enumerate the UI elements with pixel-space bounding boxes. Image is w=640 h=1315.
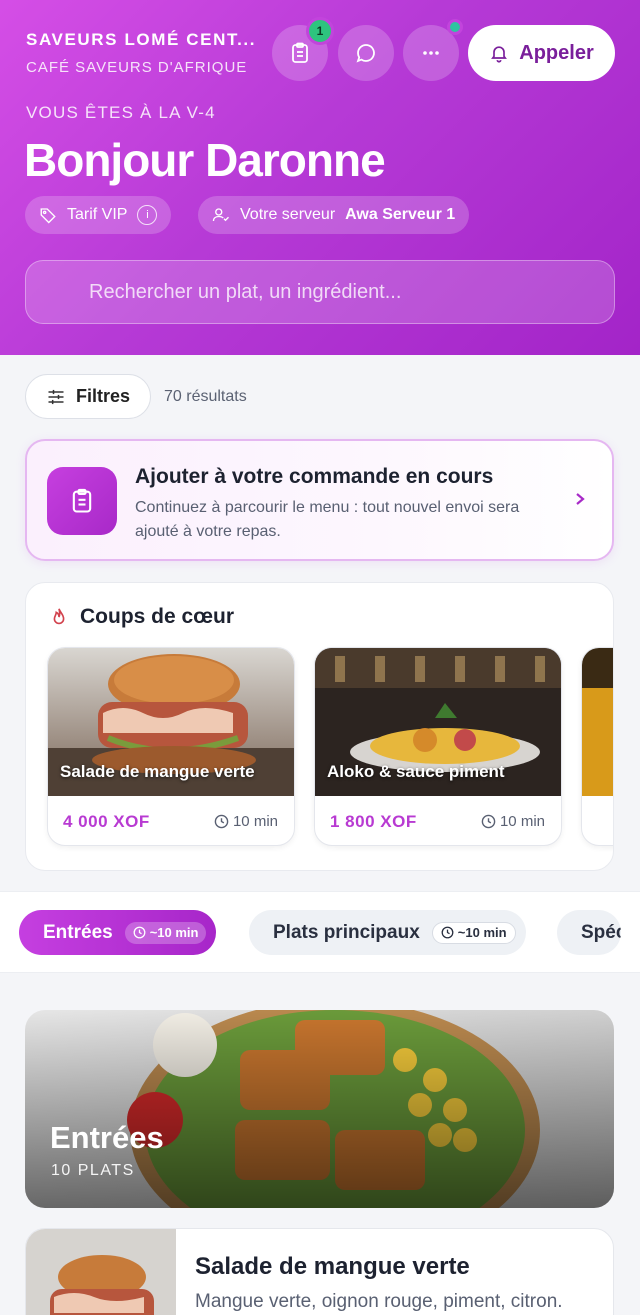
chat-bubble-icon <box>356 44 375 63</box>
clock-icon <box>133 926 146 939</box>
tab-specialites[interactable]: Spéc <box>557 910 621 955</box>
user-check-icon <box>212 208 229 222</box>
dish-name: Aloko & sauce piment <box>327 762 505 781</box>
sliders-icon <box>48 389 64 404</box>
dish-price: 4 000 XOF <box>63 812 150 831</box>
server-prefix: Votre serveur <box>240 206 336 223</box>
server-chip: Votre serveur Awa Serveur 1 <box>198 196 470 234</box>
clock-icon <box>441 926 454 939</box>
dish-name: Salade de mangue verte <box>60 762 255 781</box>
orders-count-badge: 1 <box>306 17 334 45</box>
tariff-chip[interactable]: Tarif VIP i <box>25 196 172 234</box>
restaurant-brand: SAVEURS LOMÉ CENT... CAFÉ SAVEURS D'AFRI… <box>26 30 271 76</box>
server-name: Awa Serveur 1 <box>345 206 456 223</box>
tab-label: Plats principaux <box>273 921 420 943</box>
category-title: Entrées <box>50 1120 164 1155</box>
dish-price: 1 800 XOF <box>330 812 417 831</box>
tag-icon <box>40 208 56 224</box>
category-count: 10 PLATS <box>51 1162 135 1179</box>
info-icon[interactable]: i <box>137 205 158 225</box>
dish-list-item[interactable]: Salade de mangue verte Mangue verte, oig… <box>25 1228 614 1315</box>
dish-time-label: 10 min <box>232 813 278 830</box>
favorite-dish-card[interactable]: Salade de mangue verte 4 000 XOF 10 min <box>47 647 295 846</box>
order-clipboard-icon <box>47 467 117 535</box>
category-tabs: Entrées ~10 min Plats principaux ~10 min… <box>0 891 640 973</box>
favorites-title: Coups de cœur <box>80 605 235 628</box>
tab-plats-principaux[interactable]: Plats principaux ~10 min <box>249 910 526 955</box>
dish-image <box>582 648 613 796</box>
favorite-dish-card-partial[interactable] <box>581 647 613 846</box>
search-input[interactable]: Rechercher un plat, un ingrédient... <box>25 260 615 324</box>
tab-label: Spéc <box>581 921 621 943</box>
results-count: 70 résultats <box>164 388 247 405</box>
order-banner-title: Ajouter à votre commande en cours <box>135 465 494 488</box>
tab-time-badge: ~10 min <box>431 921 516 944</box>
dish-description: Mangue verte, oignon rouge, piment, citr… <box>195 1291 563 1312</box>
chat-button[interactable] <box>338 25 394 81</box>
order-banner-description: Continuez à parcourir le menu : tout nou… <box>135 499 520 540</box>
orders-button[interactable]: 1 <box>272 17 334 81</box>
tab-time-label: ~10 min <box>149 925 199 940</box>
header-hero: SAVEURS LOMÉ CENT... CAFÉ SAVEURS D'AFRI… <box>0 0 640 355</box>
tab-label: Entrées <box>43 921 113 943</box>
filters-button[interactable]: Filtres <box>25 374 151 419</box>
dish-time-label: 10 min <box>499 813 545 830</box>
chevron-right-icon <box>576 493 585 505</box>
more-options-button[interactable] <box>403 19 463 81</box>
restaurant-name: SAVEURS LOMÉ CENT... <box>26 30 257 49</box>
table-location: VOUS ÊTES À LA V-4 <box>26 103 216 122</box>
flame-icon <box>53 608 65 625</box>
dish-image <box>26 1229 176 1315</box>
favorites-header: Coups de cœur <box>48 605 234 629</box>
current-order-banner[interactable]: Ajouter à votre commande en cours Contin… <box>25 439 614 561</box>
favorite-dish-card[interactable]: Aloko & sauce piment 1 800 XOF 10 min <box>314 647 562 846</box>
dish-name: Salade de mangue verte <box>195 1253 470 1280</box>
restaurant-subtitle: CAFÉ SAVEURS D'AFRIQUE <box>26 59 248 76</box>
clock-icon <box>481 814 496 829</box>
favorites-section: Coups de cœur Salade de mangue verte 4 0… <box>25 582 614 871</box>
tab-time-badge: ~10 min <box>124 921 207 944</box>
call-button-label: Appeler <box>519 41 594 64</box>
clipboard-icon <box>292 42 308 63</box>
greeting-title: Bonjour Daronne <box>24 134 386 186</box>
tab-time-label: ~10 min <box>457 925 507 940</box>
notification-dot <box>447 19 463 35</box>
dish-prep-time: 10 min <box>214 813 278 830</box>
category-hero: Entrées 10 PLATS <box>25 1010 614 1208</box>
tab-entrees[interactable]: Entrées ~10 min <box>19 910 217 955</box>
ellipsis-icon <box>423 51 439 55</box>
bell-icon <box>491 46 508 63</box>
tariff-label: Tarif VIP <box>67 206 128 223</box>
call-waiter-button[interactable]: Appeler <box>468 25 615 81</box>
filters-label: Filtres <box>75 386 131 406</box>
dish-prep-time: 10 min <box>481 813 545 830</box>
clock-icon <box>214 814 229 829</box>
